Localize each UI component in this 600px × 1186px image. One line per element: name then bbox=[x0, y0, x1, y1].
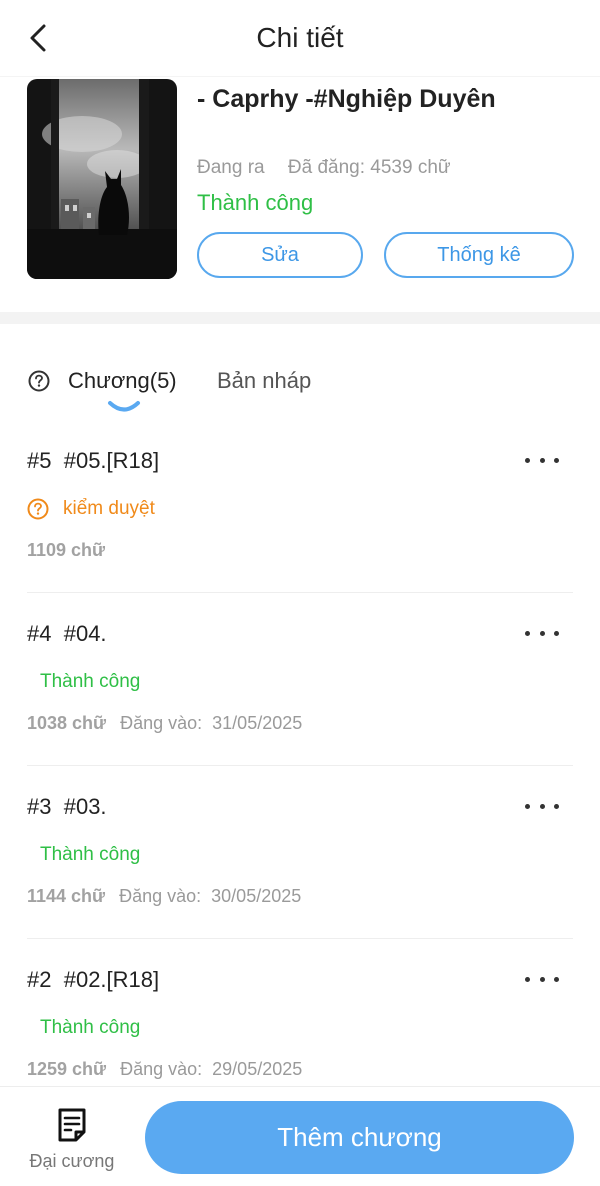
tab-chapters[interactable]: Chương(5) bbox=[68, 368, 177, 394]
chapter-date: 30/05/2025 bbox=[211, 886, 302, 906]
more-options-button[interactable] bbox=[525, 794, 559, 818]
chapter-name: #05.[R18] bbox=[63, 448, 160, 473]
chapter-status: kiểm duyệt bbox=[27, 498, 155, 520]
chapter-name: #04. bbox=[63, 621, 107, 646]
tab-bar: Chương(5) Bản nháp bbox=[0, 324, 600, 420]
chapter-number: #2 bbox=[27, 967, 52, 992]
chapter-status-text: Thành công bbox=[40, 1017, 141, 1038]
chapter-date: 31/05/2025 bbox=[212, 713, 303, 733]
tab-drafts[interactable]: Bản nháp bbox=[217, 368, 311, 394]
chapter-info: 1144 chữ Đăng vào: 30/05/2025 bbox=[27, 886, 301, 907]
outline-label: Đại cương bbox=[29, 1151, 115, 1171]
chapter-date-label: Đăng vào: bbox=[120, 713, 203, 733]
book-title: - Caprhy -#Nghiệp Duyên bbox=[197, 85, 496, 113]
more-dots-icon bbox=[525, 457, 530, 463]
chapter-title: #4 #04. bbox=[27, 621, 107, 647]
chapter-word-count: 1259 chữ bbox=[27, 1059, 107, 1079]
book-cover-image[interactable] bbox=[27, 79, 177, 279]
book-state: Đang ra bbox=[197, 157, 265, 178]
chapter-info: 1259 chữ Đăng vào: 29/05/2025 bbox=[27, 1059, 302, 1080]
chapter-date-label: Đăng vào: bbox=[120, 1059, 203, 1079]
chapter-title: #3 #03. bbox=[27, 794, 107, 820]
book-word-count: Đã đăng: 4539 chữ bbox=[287, 157, 451, 178]
edit-button[interactable]: Sửa bbox=[197, 232, 363, 278]
more-options-button[interactable] bbox=[525, 967, 559, 991]
book-meta: Đang ra Đã đăng: 4539 chữ bbox=[197, 157, 451, 179]
more-options-button[interactable] bbox=[525, 621, 559, 645]
stats-button[interactable]: Thống kê bbox=[384, 232, 574, 278]
chapter-word-count: 1038 chữ bbox=[27, 713, 107, 733]
chapter-date: 29/05/2025 bbox=[212, 1059, 303, 1079]
chapter-number: #3 bbox=[27, 794, 52, 819]
active-tab-indicator bbox=[108, 401, 140, 412]
chapter-list: #5 #05.[R18] kiểm duyệt 1109 chữ #4 #04.… bbox=[0, 420, 600, 1112]
chapter-status-text: kiểm duyệt bbox=[63, 498, 155, 519]
help-icon[interactable] bbox=[28, 370, 50, 392]
chapter-title: #5 #05.[R18] bbox=[27, 448, 159, 474]
review-question-icon bbox=[27, 498, 49, 520]
header: Chi tiết bbox=[0, 0, 600, 76]
document-outline-icon bbox=[58, 1108, 86, 1142]
more-dots-icon bbox=[525, 630, 530, 636]
more-options-button[interactable] bbox=[525, 448, 559, 472]
book-card: - Caprhy -#Nghiệp Duyên Đang ra Đã đăng:… bbox=[0, 76, 600, 312]
chapter-title: #2 #02.[R18] bbox=[27, 967, 159, 993]
chapter-row[interactable]: #5 #05.[R18] kiểm duyệt 1109 chữ bbox=[27, 420, 573, 593]
book-status: Thành công bbox=[197, 190, 314, 215]
chapter-word-count: 1144 chữ bbox=[27, 886, 106, 906]
chapter-status-text: Thành công bbox=[40, 671, 141, 692]
chapter-name: #02.[R18] bbox=[63, 967, 160, 992]
section-divider bbox=[0, 312, 600, 324]
chapter-info: 1109 chữ bbox=[27, 540, 105, 561]
chapter-number: #5 bbox=[27, 448, 52, 473]
add-chapter-button[interactable]: Thêm chương bbox=[145, 1101, 574, 1174]
more-dots-icon bbox=[525, 803, 530, 809]
bottom-bar: Đại cương Thêm chương bbox=[0, 1086, 600, 1186]
chapter-status-text: Thành công bbox=[40, 844, 141, 865]
chapter-word-count: 1109 chữ bbox=[27, 540, 106, 560]
chapter-row[interactable]: #3 #03. Thành công 1144 chữ Đăng vào: 30/0… bbox=[27, 766, 573, 939]
chapter-info: 1038 chữ Đăng vào: 31/05/2025 bbox=[27, 713, 302, 734]
chapter-date-label: Đăng vào: bbox=[119, 886, 202, 906]
more-dots-icon bbox=[525, 976, 530, 982]
chapter-row[interactable]: #4 #04. Thành công 1038 chữ Đăng vào: 31/0… bbox=[27, 593, 573, 766]
page-title: Chi tiết bbox=[256, 22, 344, 53]
outline-button[interactable]: Đại cương bbox=[22, 1103, 122, 1175]
chapter-name: #03. bbox=[63, 794, 107, 819]
chapter-number: #4 bbox=[27, 621, 52, 646]
